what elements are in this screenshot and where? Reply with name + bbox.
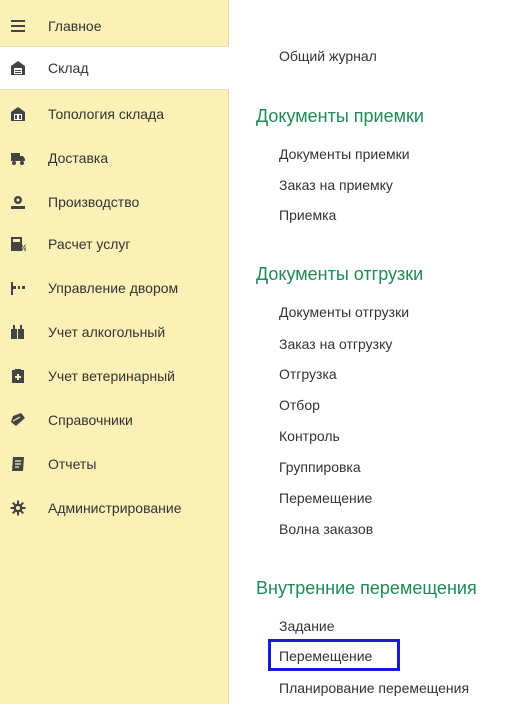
hamburger-icon: [10, 18, 26, 34]
bottles-icon: [10, 324, 26, 340]
vet-icon: [10, 368, 26, 384]
sidebar-item-topology[interactable]: Топология склада: [0, 92, 228, 136]
sidebar-item-label: Расчет услуг: [48, 236, 131, 252]
sidebar-item-label: Склад: [48, 60, 89, 76]
link-order-wave[interactable]: Волна заказов: [279, 521, 373, 537]
link-control[interactable]: Контроль: [279, 428, 340, 444]
sidebar-item-label: Администрирование: [48, 500, 182, 516]
sidebar-item-label: Управление двором: [48, 280, 179, 296]
link-receiving-docs[interactable]: Документы приемки: [279, 146, 410, 162]
sidebar-item-services[interactable]: % Расчет услуг: [0, 222, 228, 266]
link-transfer-planning[interactable]: Планирование перемещения: [279, 680, 469, 696]
sidebar-item-production[interactable]: Производство: [0, 180, 228, 224]
sidebar-item-label: Справочники: [48, 412, 133, 428]
delivery-icon: [10, 150, 26, 166]
sidebar-item-label: Учет ветеринарный: [48, 368, 175, 384]
link-shipping-docs[interactable]: Документы отгрузки: [279, 304, 409, 320]
link-shipping-order[interactable]: Заказ на отгрузку: [279, 336, 392, 352]
sidebar: Главное Склад Топология склада Доставка …: [0, 0, 229, 704]
svg-text:%: %: [19, 244, 26, 252]
section-title-internal-transfers: Внутренние перемещения: [256, 578, 477, 598]
link-receiving[interactable]: Приемка: [279, 207, 336, 223]
book-icon: [10, 412, 26, 428]
warehouse-topology-icon: [10, 106, 26, 122]
sidebar-item-label: Производство: [48, 194, 140, 210]
sidebar-item-alcohol[interactable]: Учет алкогольный: [0, 310, 228, 354]
sidebar-item-yard[interactable]: Управление двором: [0, 266, 228, 310]
link-task[interactable]: Задание: [279, 618, 335, 634]
link-internal-transfer[interactable]: Перемещение: [279, 648, 372, 664]
barrier-icon: [10, 280, 26, 296]
sidebar-item-label: Доставка: [48, 150, 109, 166]
warehouse-icon: [10, 60, 26, 76]
main-content: Общий журнал Документы приемки Документы…: [229, 0, 520, 704]
sidebar-item-main[interactable]: Главное: [0, 6, 228, 46]
sidebar-item-reports[interactable]: Отчеты: [0, 442, 228, 486]
production-icon: [10, 194, 26, 210]
sidebar-item-label: Топология склада: [48, 106, 165, 122]
link-shipment[interactable]: Отгрузка: [279, 366, 337, 382]
sidebar-item-label: Главное: [48, 18, 102, 34]
calculator-icon: %: [10, 236, 26, 252]
link-general-journal[interactable]: Общий журнал: [279, 48, 377, 64]
gear-icon: [10, 500, 26, 516]
link-receiving-order[interactable]: Заказ на приемку: [279, 177, 393, 193]
sidebar-item-warehouse[interactable]: Склад: [0, 46, 229, 90]
section-title-receiving: Документы приемки: [256, 106, 424, 126]
report-icon: [10, 456, 26, 472]
sidebar-item-label: Учет алкогольный: [48, 324, 166, 340]
sidebar-item-references[interactable]: Справочники: [0, 398, 228, 442]
link-picking[interactable]: Отбор: [279, 397, 320, 413]
section-title-shipping: Документы отгрузки: [256, 264, 424, 284]
sidebar-item-admin[interactable]: Администрирование: [0, 486, 228, 530]
link-grouping[interactable]: Группировка: [279, 459, 361, 475]
sidebar-item-vet[interactable]: Учет ветеринарный: [0, 354, 228, 398]
sidebar-item-label: Отчеты: [48, 456, 97, 472]
link-shipping-transfer[interactable]: Перемещение: [279, 490, 372, 506]
sidebar-item-delivery[interactable]: Доставка: [0, 136, 228, 180]
